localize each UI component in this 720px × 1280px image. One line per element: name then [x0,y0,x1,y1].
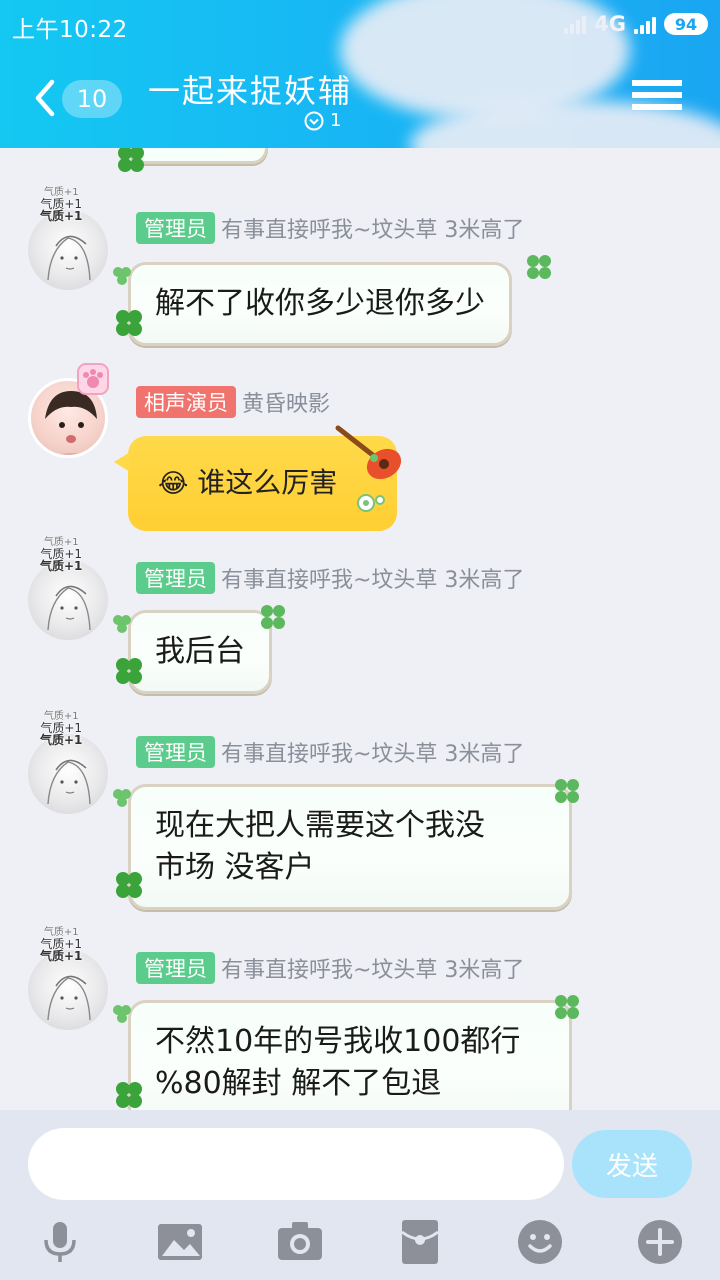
unread-count-badge[interactable]: 10 [62,80,122,118]
leaf-icon [113,1005,131,1023]
message-text: 谁这么厉害 [197,466,338,499]
clover-icon [555,995,579,1019]
sender-row: 管理员 有事直接呼我~坟头草 3米高了 [136,562,524,594]
emoji-icon[interactable] [516,1218,564,1266]
chat-header: 上午10:22 4G 94 10 一起来捉妖辅 1 [0,0,720,148]
guitar-icon [335,425,402,480]
message-bubble[interactable]: 解不了收你多少退你多少 [128,262,512,346]
message-bubble[interactable]: 不然10年的号我收100都行 %80解封 解不了包退 [128,1000,572,1110]
camera-icon[interactable] [276,1218,324,1266]
input-bar: 发送 [0,1110,720,1280]
status-time: 上午10:22 [12,17,128,43]
send-button[interactable]: 发送 [572,1130,692,1198]
message-text-line: %80解封 解不了包退 [155,1066,442,1101]
clover-icon [116,1082,142,1108]
microphone-icon[interactable] [36,1218,84,1266]
clover-icon [116,310,142,336]
member-count: 1 [330,110,342,131]
avatar-tags: 气质+1 气质+1 气质+1 [40,711,83,747]
role-tag: 管理员 [136,212,215,244]
previous-bubble-edge [128,148,268,164]
chevron-down-circle-icon [304,111,324,130]
role-tag: 管理员 [136,562,215,594]
message-text: 解不了收你多少退你多少 [155,286,485,321]
clover-icon [527,255,551,279]
clover-icon [116,872,142,898]
role-tag: 相声演员 [136,386,236,418]
bubble-tail [114,452,130,472]
message-input[interactable] [28,1128,564,1200]
message-list[interactable]: 气质+1 气质+1 气质+1 管理员 有事直接呼我~坟头草 3米高了 解不了收你多少… [0,148,720,1110]
avatar-tags: 气质+1 气质+1 气质+1 [40,187,83,223]
battery-indicator: 94 [664,13,708,35]
role-tag: 管理员 [136,736,215,768]
decoration-icon [357,494,385,512]
sender-nickname[interactable]: 有事直接呼我~坟头草 3米高了 [221,212,524,244]
clover-icon [261,605,285,629]
clover-icon [118,148,144,172]
sender-row: 管理员 有事直接呼我~坟头草 3米高了 [136,952,524,984]
message-text-line: 市场 没客户 [155,850,315,885]
message-text-line: 不然10年的号我收100都行 [155,1024,521,1059]
message-text: 我后台 [155,634,245,669]
avatar-tags: 气质+1 气质+1 气质+1 [40,927,83,963]
menu-icon[interactable] [632,80,682,112]
role-tag: 管理员 [136,952,215,984]
leaf-icon [113,267,131,285]
back-icon[interactable] [30,78,60,118]
sender-row: 相声演员 黄昏映影 [136,386,330,418]
message-text-line: 现在大把人需要这个我没 [155,808,485,843]
emoji: 😂 [158,469,189,499]
sender-nickname[interactable]: 有事直接呼我~坟头草 3米高了 [221,952,524,984]
cellular-signal-icon [634,14,656,34]
clover-icon [555,779,579,803]
sender-nickname[interactable]: 有事直接呼我~坟头草 3米高了 [221,562,524,594]
sender-row: 管理员 有事直接呼我~坟头草 3米高了 [136,736,524,768]
member-count-row[interactable]: 1 [304,110,341,131]
leaf-icon [113,789,131,807]
plus-icon[interactable] [636,1218,684,1266]
message-bubble[interactable]: 我后台 [128,610,272,694]
message-bubble[interactable]: 现在大把人需要这个我没 市场 没客户 [128,784,572,910]
sender-row: 管理员 有事直接呼我~坟头草 3米高了 [136,212,524,244]
chat-title[interactable]: 一起来捉妖辅 [148,66,352,112]
sender-nickname[interactable]: 有事直接呼我~坟头草 3米高了 [221,736,524,768]
sender-nickname[interactable]: 黄昏映影 [242,386,330,418]
clover-icon [116,658,142,684]
leaf-icon [113,615,131,633]
paw-badge-icon [77,363,109,395]
red-packet-icon[interactable] [396,1218,444,1266]
image-icon[interactable] [156,1218,204,1266]
avatar-tags: 气质+1 气质+1 气质+1 [40,537,83,573]
